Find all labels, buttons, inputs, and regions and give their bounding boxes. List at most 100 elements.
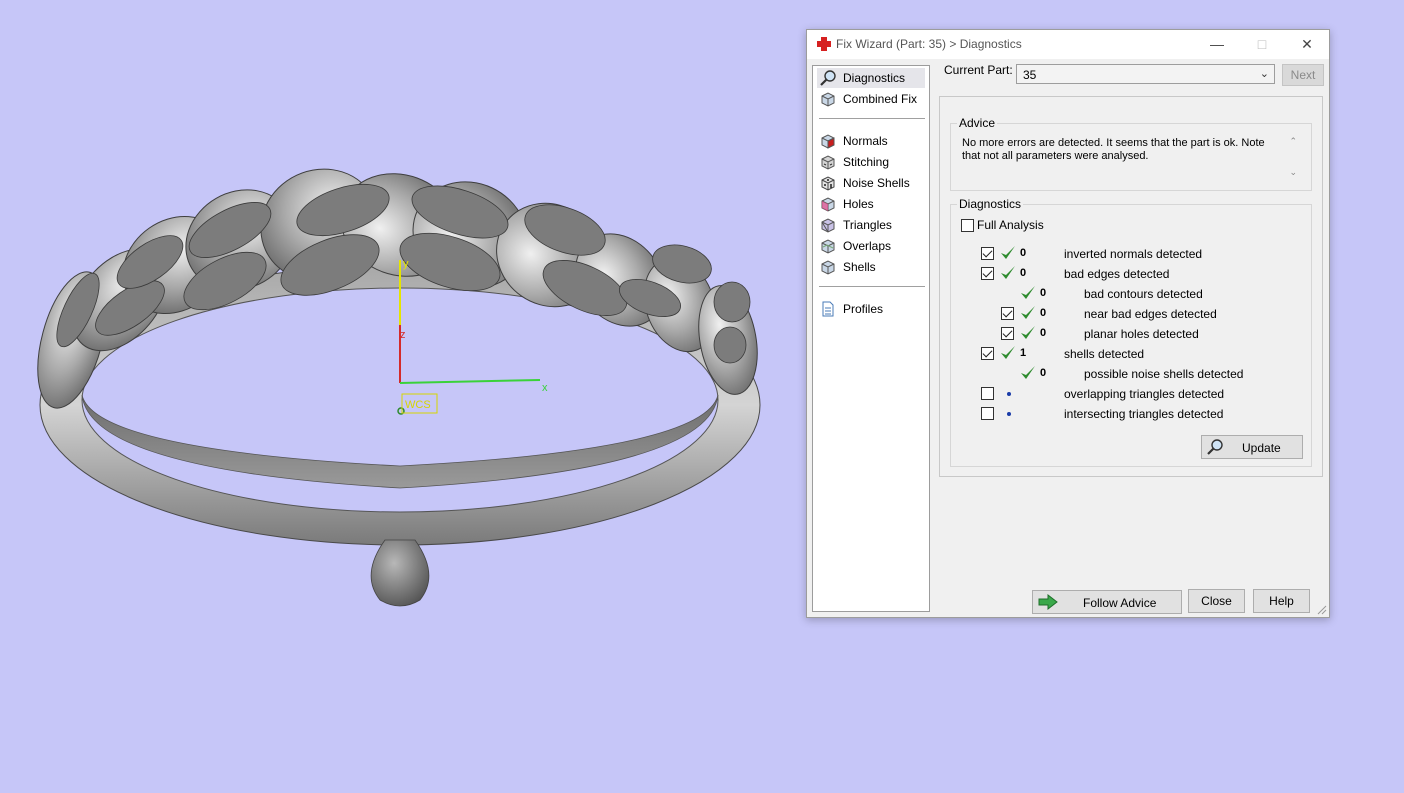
green-check-icon xyxy=(1021,326,1035,339)
cube-icon xyxy=(821,260,835,275)
nav-item-combined-fix[interactable]: Combined Fix xyxy=(817,89,925,109)
diagnostic-count: 0 xyxy=(1040,327,1047,339)
diagnostic-count: 1 xyxy=(1020,347,1027,359)
green-arrow-icon xyxy=(1038,593,1058,611)
diagnostics-panel: Advice No more errors are detected. It s… xyxy=(939,96,1323,477)
diagnostic-label: overlapping triangles detected xyxy=(1064,387,1225,401)
nav-label: Holes xyxy=(843,197,874,211)
update-button[interactable]: Update xyxy=(1201,435,1303,459)
diagnostic-label: bad contours detected xyxy=(1084,287,1203,301)
red-cross-icon xyxy=(817,37,831,51)
help-button[interactable]: Help xyxy=(1253,589,1310,613)
nav-label: Diagnostics xyxy=(843,71,906,85)
nav-label: Profiles xyxy=(843,302,884,316)
x-axis-label: x xyxy=(542,382,548,394)
green-check-icon xyxy=(1001,266,1015,279)
diagnostic-label: possible noise shells detected xyxy=(1084,367,1244,381)
nav-label: Combined Fix xyxy=(843,92,918,106)
fix-wizard-dialog: Fix Wizard (Part: 35) > Diagnostics — □ … xyxy=(806,29,1330,618)
diagnostic-checkbox[interactable] xyxy=(981,407,994,420)
nav-label: Stitching xyxy=(843,155,890,169)
3d-viewport[interactable]: y z x WCS xyxy=(0,0,800,790)
dice-icon xyxy=(821,176,835,191)
advice-group: Advice No more errors are detected. It s… xyxy=(950,116,1312,191)
diagnostic-checkbox[interactable] xyxy=(1001,307,1014,320)
diagnostic-count: 0 xyxy=(1020,247,1027,259)
diagnostics-title: Diagnostics xyxy=(957,197,1024,211)
scroll-down-icon[interactable]: ⌄ xyxy=(1289,167,1297,178)
diagnostic-label: intersecting triangles detected xyxy=(1064,407,1224,421)
maximize-button[interactable]: □ xyxy=(1247,34,1277,54)
wizard-nav-pane: Diagnostics Combined Fix Normals Stitchi… xyxy=(812,65,930,612)
diagnostic-count: 0 xyxy=(1040,367,1047,379)
advice-text: No more errors are detected. It seems th… xyxy=(962,137,1265,162)
document-icon xyxy=(822,301,834,317)
chevron-down-icon: ⌄ xyxy=(1259,68,1269,80)
nav-item-holes[interactable]: Holes xyxy=(817,194,925,214)
pending-dot-icon xyxy=(1007,392,1011,396)
diagnostics-group: Diagnostics Full Analysis 0 inverted norm… xyxy=(950,197,1312,467)
next-button[interactable]: Next xyxy=(1282,64,1324,86)
diagnostic-label: shells detected xyxy=(1064,347,1145,361)
close-window-button[interactable]: ✕ xyxy=(1292,34,1322,54)
scroll-up-icon[interactable]: ⌃ xyxy=(1289,136,1297,147)
nav-label: Noise Shells xyxy=(843,176,910,190)
nav-label: Normals xyxy=(843,134,888,148)
dialog-titlebar[interactable]: Fix Wizard (Part: 35) > Diagnostics — □ … xyxy=(807,30,1329,59)
current-part-value: 35 xyxy=(1023,68,1037,82)
ring-model: y z x WCS xyxy=(37,168,761,607)
nav-item-triangles[interactable]: Triangles xyxy=(817,215,925,235)
dialog-title: Fix Wizard (Part: 35) > Diagnostics xyxy=(836,37,1022,51)
diagnostic-count: 0 xyxy=(1020,267,1027,279)
cube-triangle-icon xyxy=(821,218,835,233)
diagnostic-checkbox[interactable] xyxy=(981,387,994,400)
diagnostic-checkbox[interactable] xyxy=(981,247,994,260)
magnifier-icon xyxy=(1207,439,1223,455)
follow-advice-button[interactable]: Follow Advice xyxy=(1032,590,1182,614)
cube-red-face-icon xyxy=(821,134,835,149)
nav-divider xyxy=(819,286,925,287)
current-part-select[interactable]: 35 ⌄ xyxy=(1016,64,1275,84)
diagnostic-checkbox[interactable] xyxy=(1001,327,1014,340)
diagnostic-label: planar holes detected xyxy=(1084,327,1199,341)
nav-label: Overlaps xyxy=(843,239,892,253)
diagnostic-label: bad edges detected xyxy=(1064,267,1170,281)
magnifier-icon xyxy=(820,70,836,86)
green-check-icon xyxy=(1021,306,1035,319)
green-check-icon xyxy=(1001,246,1015,259)
current-part-label: Current Part: xyxy=(944,63,1013,77)
pending-dot-icon xyxy=(1007,412,1011,416)
green-check-icon xyxy=(1001,346,1015,359)
advice-title: Advice xyxy=(957,116,998,130)
nav-item-diagnostics[interactable]: Diagnostics xyxy=(817,68,925,88)
close-button[interactable]: Close xyxy=(1188,589,1245,613)
cube-stitch-icon xyxy=(821,155,835,170)
nav-divider xyxy=(819,118,925,119)
green-check-icon xyxy=(1021,366,1035,379)
z-axis-label: z xyxy=(400,329,406,341)
diagnostic-label: inverted normals detected xyxy=(1064,247,1203,261)
nav-item-noise-shells[interactable]: Noise Shells xyxy=(817,173,925,193)
minimize-button[interactable]: — xyxy=(1202,34,1232,54)
nav-item-profiles[interactable]: Profiles xyxy=(817,299,925,319)
diagnostic-count: 0 xyxy=(1040,287,1047,299)
full-analysis-checkbox[interactable] xyxy=(961,219,974,232)
resize-grip-icon[interactable] xyxy=(1317,605,1327,615)
cube-icon xyxy=(821,92,835,107)
cube-hole-icon xyxy=(821,197,835,212)
nav-item-shells[interactable]: Shells xyxy=(817,257,925,277)
diagnostic-count: 0 xyxy=(1040,307,1047,319)
diagnostic-checkbox[interactable] xyxy=(981,267,994,280)
diagnostic-checkbox[interactable] xyxy=(981,347,994,360)
cube-overlap-icon xyxy=(821,239,835,254)
update-label: Update xyxy=(1242,441,1281,455)
nav-item-overlaps[interactable]: Overlaps xyxy=(817,236,925,256)
nav-label: Shells xyxy=(843,260,876,274)
full-analysis-label: Full Analysis xyxy=(977,218,1044,232)
nav-label: Triangles xyxy=(843,218,892,232)
nav-item-normals[interactable]: Normals xyxy=(817,131,925,151)
wcs-label: WCS xyxy=(405,399,431,411)
diagnostic-label: near bad edges detected xyxy=(1084,307,1217,321)
nav-item-stitching[interactable]: Stitching xyxy=(817,152,925,172)
green-check-icon xyxy=(1021,286,1035,299)
